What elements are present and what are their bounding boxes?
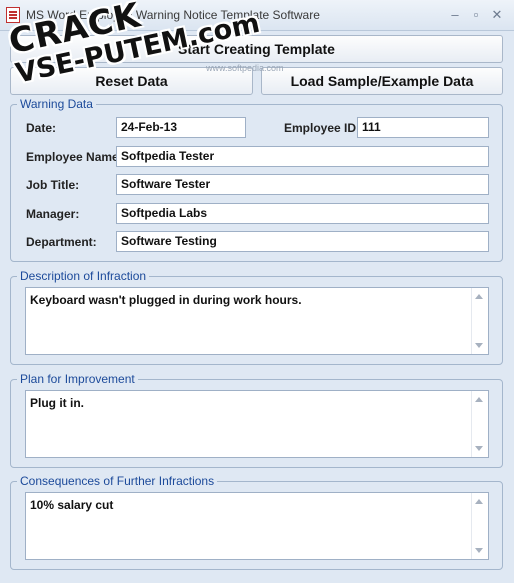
- department-label: Department:: [26, 235, 97, 249]
- description-text: Keyboard wasn't plugged in during work h…: [30, 293, 302, 307]
- description-textarea[interactable]: Keyboard wasn't plugged in during work h…: [25, 287, 489, 355]
- consequences-scrollbar[interactable]: [471, 493, 488, 559]
- employee-name-label: Employee Name:: [26, 150, 123, 164]
- warning-data-legend: Warning Data: [17, 97, 96, 111]
- consequences-text: 10% salary cut: [30, 498, 114, 512]
- manager-label: Manager:: [26, 207, 80, 221]
- manager-field[interactable]: Softpedia Labs: [116, 203, 489, 224]
- close-icon[interactable]: ✕: [488, 7, 506, 23]
- plan-textarea[interactable]: Plug it in.: [25, 390, 489, 458]
- department-field[interactable]: Software Testing: [116, 231, 489, 252]
- plan-legend: Plan for Improvement: [17, 372, 138, 386]
- consequences-textarea[interactable]: 10% salary cut: [25, 492, 489, 560]
- softpedia-watermark: www.softpedia.com: [206, 63, 284, 73]
- job-title-field[interactable]: Software Tester: [116, 174, 489, 195]
- maximize-icon[interactable]: ▫: [467, 7, 485, 23]
- scroll-up-icon[interactable]: [475, 294, 483, 299]
- scroll-down-icon[interactable]: [475, 343, 483, 348]
- scroll-down-icon[interactable]: [475, 446, 483, 451]
- scroll-up-icon[interactable]: [475, 499, 483, 504]
- scroll-down-icon[interactable]: [475, 548, 483, 553]
- scroll-up-icon[interactable]: [475, 397, 483, 402]
- load-sample-data-button[interactable]: Load Sample/Example Data: [261, 67, 503, 95]
- date-field[interactable]: 24-Feb-13: [116, 117, 246, 138]
- employee-name-field[interactable]: Softpedia Tester: [116, 146, 489, 167]
- date-label: Date:: [26, 121, 57, 135]
- description-scrollbar[interactable]: [471, 288, 488, 354]
- plan-scrollbar[interactable]: [471, 391, 488, 457]
- minimize-icon[interactable]: –: [446, 7, 464, 23]
- job-title-label: Job Title:: [26, 178, 80, 192]
- consequences-legend: Consequences of Further Infractions: [17, 474, 218, 488]
- employee-id-field[interactable]: 111: [357, 117, 489, 138]
- description-legend: Description of Infraction: [17, 269, 150, 283]
- employee-id-label: Employee ID:: [284, 121, 361, 135]
- plan-text: Plug it in.: [30, 396, 84, 410]
